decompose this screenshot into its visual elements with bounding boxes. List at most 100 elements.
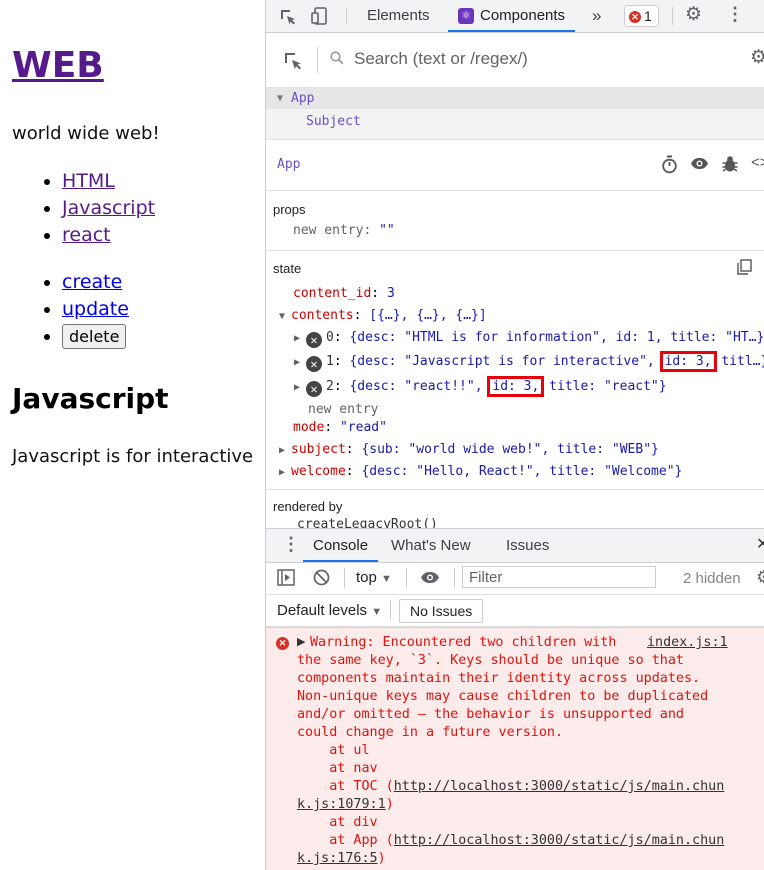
tab-whats-new[interactable]: What's New — [391, 529, 471, 562]
expand-warning-triangle-icon[interactable]: ▶ — [297, 635, 305, 648]
inspect-element-icon[interactable] — [279, 8, 297, 30]
warning-source-link[interactable]: index.js:1 — [647, 634, 728, 652]
create-link[interactable]: create — [62, 271, 122, 293]
state-section-label: state — [273, 261, 302, 276]
tab-issues[interactable]: Issues — [506, 529, 549, 562]
more-options-icon[interactable]: ⋮ — [726, 5, 744, 23]
eye-icon[interactable] — [690, 157, 709, 174]
stack-frame-toc: at TOC (http://localhost:3000/static/js/… — [297, 779, 725, 812]
toolbar-divider — [406, 568, 407, 588]
contents-item[interactable]: ▶ ✕ 0: {desc: "HTML is for information", i… — [294, 329, 764, 348]
selected-component-header: App <> — [266, 140, 764, 191]
tree-node-app[interactable]: ▼ App — [266, 88, 764, 109]
collapsed-triangle-icon: ▶ — [279, 445, 286, 456]
collapse-triangle-icon: ▼ — [277, 93, 284, 104]
article-title: Javascript — [12, 382, 169, 415]
duplicate-id-highlight: id: 3, — [487, 376, 545, 397]
state-welcome[interactable]: ▶ welcome: {desc: "Hello, React!", title:… — [279, 463, 682, 482]
tab-components[interactable]: ⚛ Components — [448, 0, 576, 32]
item-index: 1 — [326, 354, 334, 369]
tab-elements[interactable]: Elements — [367, 0, 430, 32]
stopwatch-icon[interactable] — [661, 155, 678, 177]
more-tabs-button[interactable]: » — [592, 0, 601, 32]
search-divider — [317, 47, 318, 73]
bug-icon[interactable] — [722, 155, 738, 177]
console-warning-message: ✕ ▶ Warning: Encountered two children wi… — [266, 627, 764, 870]
device-toolbar-icon[interactable] — [311, 7, 329, 29]
props-new-entry[interactable]: new entry: "" — [293, 222, 395, 240]
item-value: {desc: "react!!", — [349, 379, 483, 394]
settings-gear-icon[interactable]: ⚙ — [685, 5, 702, 24]
drawer-menu-icon[interactable]: ⋮ — [282, 535, 300, 553]
control-item: delete — [62, 323, 129, 350]
stack-link-toc[interactable]: http://localhost:3000/static/js/main.chu… — [394, 779, 725, 794]
component-settings-icon[interactable]: ⚙ — [750, 48, 764, 67]
tab-console[interactable]: Console — [303, 529, 379, 562]
console-filter-input[interactable]: Filter — [462, 566, 656, 588]
props-new-entry-key: new entry — [293, 223, 364, 238]
state-contents[interactable]: ▼ contents: [{…}, {…}, {…}] — [279, 307, 487, 326]
devtools-tabbar: Elements ⚛ Components » ✕ 1 ⚙ ⋮ — [266, 0, 764, 33]
view-source-icon[interactable]: <> — [751, 155, 764, 171]
copy-state-icon[interactable] — [737, 259, 752, 279]
remove-item-icon[interactable]: ✕ — [306, 332, 322, 348]
remove-item-icon[interactable]: ✕ — [306, 356, 322, 372]
home-link[interactable]: WEB — [12, 45, 104, 86]
error-count-label: 1 — [644, 8, 652, 24]
dropdown-arrow-icon: ▼ — [381, 573, 392, 585]
item-value-rest: titl…} — [721, 354, 764, 369]
web-page: WEB world wide web! HTML Javascript reac… — [0, 0, 265, 870]
warning-body: the same key, `3`. Keys should be unique… — [297, 653, 709, 776]
expand-triangle-icon: ▼ — [279, 311, 286, 322]
toc-link-javascript[interactable]: Javascript — [62, 197, 155, 219]
contents-item[interactable]: ▶ ✕ 2: {desc: "react!!", id: 3, title: "re… — [294, 376, 667, 397]
props-section-label: props — [273, 202, 306, 217]
toc-link-react[interactable]: react — [62, 224, 111, 246]
tab-components-label: Components — [480, 7, 566, 24]
log-levels-dropdown[interactable]: Default levels ▼ — [277, 602, 382, 619]
collapsed-triangle-icon: ▶ — [294, 333, 301, 344]
item-value: {desc: "Javascript is for interactive", — [349, 354, 655, 369]
contents-summary: [{…}, {…}, {…}] — [369, 308, 487, 323]
live-expression-eye-icon[interactable] — [420, 571, 440, 588]
toc-item: HTML — [62, 168, 155, 195]
state-content-id[interactable]: content_id: 3 — [293, 285, 395, 303]
content-id-key: content_id — [293, 286, 372, 301]
stack-link-toc-cont[interactable]: k.js:1079:1 — [297, 797, 386, 812]
stack-link-app[interactable]: http://localhost:3000/static/js/main.chu… — [394, 833, 725, 848]
component-search-input[interactable]: Search (text or /regex/) — [354, 49, 528, 69]
context-selector-label: top — [356, 569, 377, 586]
content-id-value: 3 — [386, 286, 395, 301]
collapsed-triangle-icon: ▶ — [294, 357, 301, 368]
state-mode[interactable]: mode: "read" — [293, 419, 387, 437]
error-count-badge[interactable]: ✕ 1 — [624, 5, 659, 27]
console-settings-icon[interactable]: ⚙ — [756, 568, 764, 586]
tree-node-subject-label: Subject — [306, 114, 361, 129]
selected-component-name: App — [277, 157, 301, 172]
close-drawer-icon[interactable]: ✕ — [756, 537, 764, 553]
state-subject[interactable]: ▶ subject: {sub: "world wide web!", title… — [279, 441, 659, 460]
toggle-sidebar-icon[interactable] — [277, 569, 295, 590]
update-link[interactable]: update — [62, 298, 129, 320]
stack-frame-app: at App (http://localhost:3000/static/js/… — [297, 833, 725, 866]
dropdown-arrow-icon: ▼ — [371, 606, 383, 618]
item-value: {desc: "HTML is for information", id: 1,… — [349, 330, 764, 345]
toolbar-divider — [344, 568, 345, 588]
toolbar-divider — [672, 7, 673, 25]
context-selector[interactable]: top ▼ — [356, 569, 392, 586]
contents-new-entry[interactable]: new entry — [308, 401, 378, 419]
clear-console-icon[interactable] — [313, 569, 330, 590]
components-searchbar: Search (text or /regex/) ⚙ — [266, 33, 764, 88]
stack-link-app-cont[interactable]: k.js:176:5 — [297, 851, 378, 866]
delete-button[interactable]: delete — [62, 324, 127, 349]
stack-frame-app-prefix: at App ( — [297, 833, 394, 848]
toc-link-html[interactable]: HTML — [62, 170, 115, 192]
page-subtitle: world wide web! — [12, 123, 160, 144]
tree-node-subject[interactable]: Subject — [266, 111, 764, 132]
remove-item-icon[interactable]: ✕ — [306, 381, 322, 397]
no-issues-button[interactable]: No Issues — [399, 599, 484, 623]
duplicate-id-highlight: id: 3, — [659, 351, 717, 372]
contents-item[interactable]: ▶ ✕ 1: {desc: "Javascript is for interacti… — [294, 351, 764, 372]
select-component-icon[interactable] — [283, 51, 303, 75]
section-divider — [266, 250, 764, 251]
